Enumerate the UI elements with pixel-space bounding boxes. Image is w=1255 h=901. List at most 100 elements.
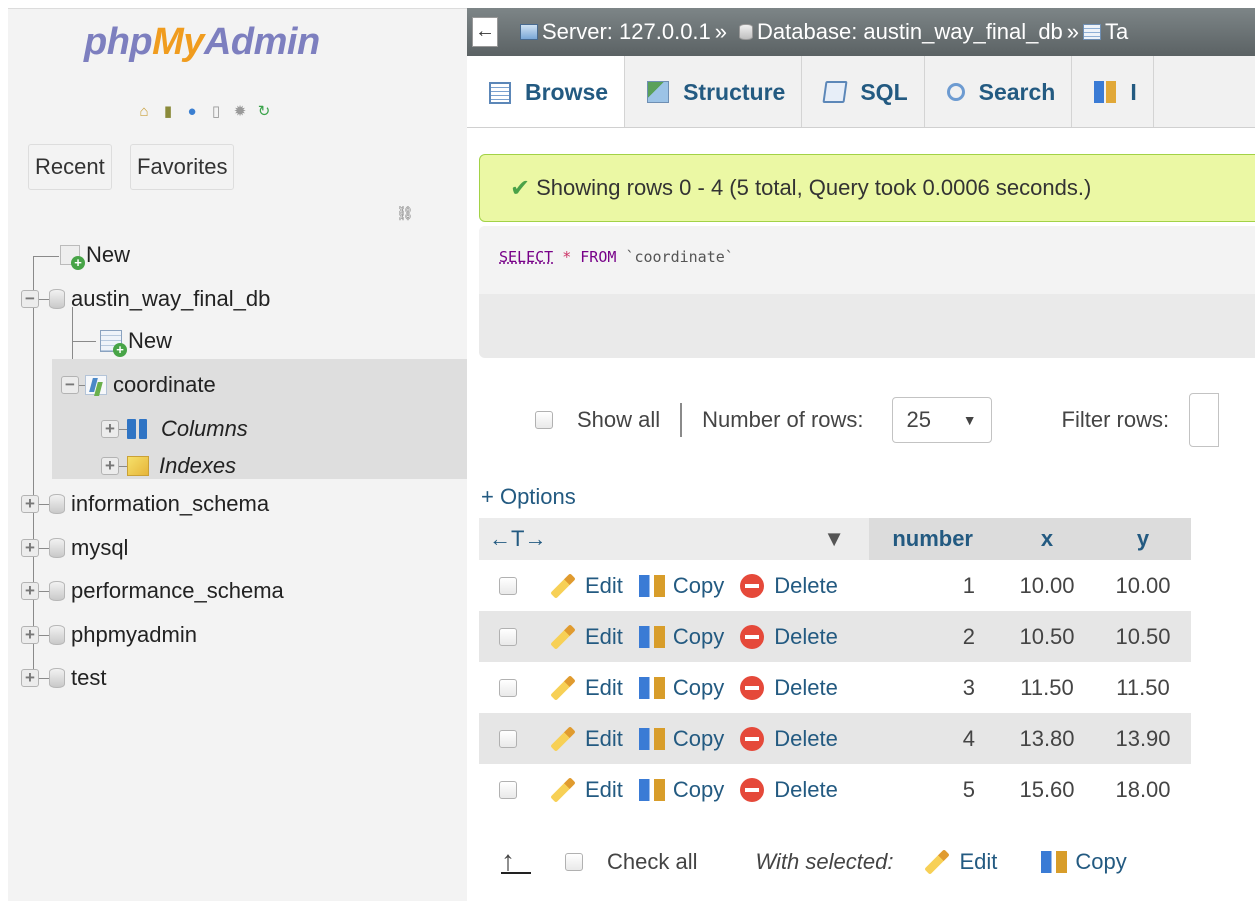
tree-columns[interactable]: + Columns [101,413,248,445]
expand-icon[interactable]: + [21,626,39,644]
cell-x[interactable]: 11.50 [999,662,1095,713]
cell-x[interactable]: 10.00 [999,560,1095,611]
home-icon[interactable]: ⌂ [134,101,154,121]
exit-icon[interactable]: ▮ [158,101,178,121]
copy-button[interactable]: Copy [638,726,724,752]
edit-button[interactable]: Edit [549,624,623,650]
delete-button[interactable]: Delete [740,573,838,599]
copy-button[interactable]: Copy [638,777,724,803]
column-arrows[interactable]: ←T→ ▼ [479,518,869,560]
row-checkbox[interactable] [499,780,517,799]
filter-input[interactable] [1189,393,1220,447]
cell-x[interactable]: 10.50 [999,611,1095,662]
phpmyadmin-logo[interactable]: phpMyAdmin [84,21,320,64]
cell-y[interactable]: 11.50 [1095,662,1191,713]
cell-number[interactable]: 1 [869,560,999,611]
breadcrumb-server[interactable]: Server: 127.0.0.1 [542,19,711,45]
delete-button[interactable]: Delete [740,675,838,701]
expand-icon[interactable]: + [101,457,119,475]
browse-icon [489,81,511,104]
help-icon[interactable]: ● [182,101,202,121]
expand-icon[interactable]: + [21,669,39,687]
bulk-copy-button[interactable]: Copy [1041,849,1127,875]
row-checkbox[interactable] [499,576,517,595]
expand-icon[interactable]: + [21,495,39,513]
cell-y[interactable]: 10.00 [1095,560,1191,611]
bulk-edit-button[interactable]: Edit [923,849,997,875]
cell-number[interactable]: 2 [869,611,999,662]
copy-button[interactable]: Copy [638,624,724,650]
tree-new-table[interactable]: New [100,325,172,357]
delete-icon [740,675,765,700]
cell-y[interactable]: 13.90 [1095,713,1191,764]
tree-new-database[interactable]: New [60,239,130,271]
sort-icon[interactable]: ▼ [823,526,845,552]
tree-indexes[interactable]: + Indexes [101,450,236,482]
search-icon [946,83,965,101]
arrows-icon[interactable]: ←T→ [489,526,546,552]
tree-db-austin-way-final-db[interactable]: − austin_way_final_db [21,283,270,315]
cell-number[interactable]: 5 [869,764,999,815]
table-icon [1083,24,1102,40]
sql-query[interactable]: SELECT * FROM `coordinate` [479,226,1255,294]
options-link[interactable]: + Options [481,484,576,510]
tab-browse[interactable]: Browse [467,56,626,127]
copy-icon [638,625,665,648]
tree-db-test[interactable]: + test [21,662,106,694]
delete-button[interactable]: Delete [740,777,838,803]
tree-table-coordinate[interactable]: − coordinate [61,369,216,401]
cell-x[interactable]: 13.80 [999,713,1095,764]
breadcrumb-table[interactable]: Ta [1105,19,1128,45]
rows-select[interactable]: 25 ▼ [891,397,992,443]
cell-number[interactable]: 4 [869,713,999,764]
cell-y[interactable]: 18.00 [1095,764,1191,815]
tab-insert[interactable]: I [1072,56,1154,127]
tab-bar: Browse Structure SQL Search I [467,56,1255,128]
recent-tab[interactable]: Recent [28,144,112,190]
breadcrumb-database[interactable]: Database: austin_way_final_db [757,19,1063,45]
tab-search[interactable]: Search [925,56,1073,127]
check-all-checkbox[interactable] [565,853,583,871]
expand-icon[interactable]: + [21,539,39,557]
collapse-icon[interactable]: − [21,290,39,308]
insert-icon [1094,81,1117,103]
tree-db-mysql[interactable]: + mysql [21,532,128,564]
edit-button[interactable]: Edit [549,573,623,599]
column-header-number[interactable]: number [869,518,999,560]
back-arrow-icon[interactable]: ← [472,17,498,47]
row-checkbox[interactable] [499,678,517,697]
favorites-tab[interactable]: Favorites [130,144,235,190]
edit-button[interactable]: Edit [549,675,623,701]
copy-button[interactable]: Copy [638,675,724,701]
check-all-label[interactable]: Check all [607,849,697,875]
cell-x[interactable]: 15.60 [999,764,1095,815]
tree-db-phpmyadmin[interactable]: + phpmyadmin [21,619,197,651]
docs-icon[interactable]: ▯ [206,101,226,121]
expand-icon[interactable]: + [21,582,39,600]
delete-button[interactable]: Delete [740,624,838,650]
row-checkbox[interactable] [499,729,517,748]
copy-button[interactable]: Copy [638,573,724,599]
collapse-icon[interactable]: − [61,376,79,394]
delete-icon [740,573,765,598]
delete-icon [740,726,765,751]
link-icon[interactable]: ⛓ [396,205,414,222]
show-all-checkbox[interactable] [535,411,553,429]
cell-y[interactable]: 10.50 [1095,611,1191,662]
delete-button[interactable]: Delete [740,726,838,752]
edit-button[interactable]: Edit [549,726,623,752]
tree-db-performance-schema[interactable]: + performance_schema [21,575,284,607]
settings-icon[interactable]: ✹ [230,101,250,121]
expand-icon[interactable]: + [101,420,119,438]
show-all-label[interactable]: Show all [577,407,660,433]
row-checkbox[interactable] [499,627,517,646]
tab-sql[interactable]: SQL [802,56,925,127]
edit-button[interactable]: Edit [549,777,623,803]
tab-structure[interactable]: Structure [625,56,803,127]
column-header-x[interactable]: x [999,518,1095,560]
tree-db-information-schema[interactable]: + information_schema [21,488,269,520]
check-icon: ✔ [510,174,531,202]
reload-icon[interactable]: ↻ [254,101,274,121]
cell-number[interactable]: 3 [869,662,999,713]
column-header-y[interactable]: y [1095,518,1191,560]
